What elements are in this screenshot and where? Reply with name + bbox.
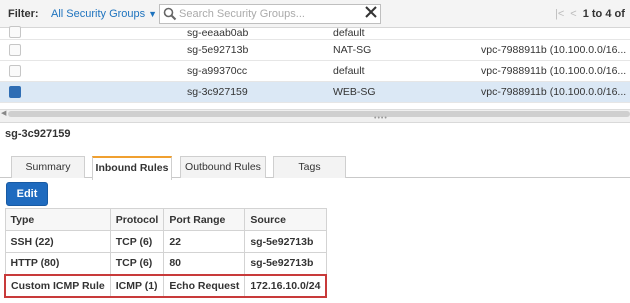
rule-source-cell: 172.16.10.0/24 xyxy=(244,273,328,298)
filter-label: Filter: xyxy=(8,8,39,20)
column-header-source: Source xyxy=(244,208,327,231)
rule-port-range-cell: Echo Request xyxy=(163,273,246,298)
rule-type-cell: SSH (22) xyxy=(4,230,111,253)
detail-tabs: Summary Inbound Rules Outbound Rules Tag… xyxy=(0,153,630,180)
pagination: |< <1 to 4 of xyxy=(555,8,625,20)
clear-search-icon[interactable] xyxy=(364,5,378,19)
first-page-icon[interactable]: |< xyxy=(555,8,564,20)
table-row-selected[interactable]: sg-3c927159 WEB-SG vpc-7988911b (10.100.… xyxy=(0,82,630,103)
pagination-count: 1 to 4 of xyxy=(582,8,625,20)
detail-title: sg-3c927159 xyxy=(5,128,71,140)
search-icon xyxy=(163,7,177,21)
rule-protocol-cell: ICMP (1) xyxy=(109,273,165,298)
rule-type-cell: HTTP (80) xyxy=(4,252,111,275)
security-groups-table: sg-eeaab0ab default sg-5e92713b NAT-SG v… xyxy=(0,26,630,103)
group-name-cell: default xyxy=(333,27,365,39)
tab-outbound-rules[interactable]: Outbound Rules xyxy=(180,156,266,178)
tab-summary[interactable]: Summary xyxy=(11,156,85,178)
group-id-cell: sg-3c927159 xyxy=(187,86,248,98)
search-box[interactable] xyxy=(159,4,381,24)
rule-protocol-cell: TCP (6) xyxy=(109,230,165,253)
table-header-row: Type Protocol Port Range Source xyxy=(4,208,327,231)
row-checkbox[interactable] xyxy=(9,26,21,38)
edit-button[interactable]: Edit xyxy=(6,182,48,206)
search-input[interactable] xyxy=(179,6,349,22)
vpc-id-cell: vpc-7988911b (10.100.0.0/16... xyxy=(481,44,627,56)
security-group-filter-dropdown[interactable]: All Security Groups ▼ xyxy=(51,8,157,20)
group-name-cell: NAT-SG xyxy=(333,44,372,56)
rule-protocol-cell: TCP (6) xyxy=(109,252,165,275)
row-checkbox[interactable] xyxy=(9,44,21,56)
row-checkbox[interactable] xyxy=(9,86,21,98)
group-name-cell: default xyxy=(333,65,365,77)
table-row: SSH (22) TCP (6) 22 sg-5e92713b xyxy=(4,230,327,253)
inbound-rules-table: Type Protocol Port Range Source SSH (22)… xyxy=(3,208,328,298)
group-id-cell: sg-eeaab0ab xyxy=(187,27,249,39)
filter-select-value: All Security Groups xyxy=(51,8,146,20)
filter-bar: Filter: All Security Groups▼ |< <1 to 4 o… xyxy=(0,0,630,28)
vpc-id-cell: vpc-7988911b (10.100.0.0/16... xyxy=(481,86,627,98)
table-row[interactable]: sg-a99370cc default vpc-7988911b (10.100… xyxy=(0,61,630,82)
row-checkbox[interactable] xyxy=(9,65,21,77)
pane-splitter[interactable]: •••• xyxy=(0,115,630,123)
rule-source-cell: sg-5e92713b xyxy=(244,252,327,275)
table-row[interactable]: sg-eeaab0ab default xyxy=(0,26,630,40)
chevron-down-icon: ▼ xyxy=(148,9,158,19)
table-row: HTTP (80) TCP (6) 80 sg-5e92713b xyxy=(4,252,327,275)
vpc-id-cell: vpc-7988911b (10.100.0.0/16... xyxy=(481,65,627,77)
scroll-left-icon[interactable]: ◀ xyxy=(1,109,6,117)
group-name-cell: WEB-SG xyxy=(333,86,376,98)
drag-handle-icon[interactable]: •••• xyxy=(374,115,388,122)
tab-inbound-rules[interactable]: Inbound Rules xyxy=(92,156,172,180)
group-id-cell: sg-5e92713b xyxy=(187,44,249,56)
tab-tags[interactable]: Tags xyxy=(273,156,346,178)
rule-type-cell: Custom ICMP Rule xyxy=(3,273,111,298)
rule-source-cell: sg-5e92713b xyxy=(244,230,327,253)
rule-port-range-cell: 80 xyxy=(163,252,246,275)
column-header-port-range: Port Range xyxy=(163,208,246,231)
highlighted-rule-row: Custom ICMP Rule ICMP (1) Echo Request 1… xyxy=(3,273,328,298)
horizontal-scrollbar[interactable]: ◀ xyxy=(0,109,630,117)
rule-port-range-cell: 22 xyxy=(163,230,246,253)
table-row[interactable]: sg-5e92713b NAT-SG vpc-7988911b (10.100.… xyxy=(0,40,630,61)
group-id-cell: sg-a99370cc xyxy=(187,65,248,77)
column-header-protocol: Protocol xyxy=(109,208,165,231)
column-header-type: Type xyxy=(4,208,111,231)
previous-page-icon[interactable]: < xyxy=(570,8,576,20)
